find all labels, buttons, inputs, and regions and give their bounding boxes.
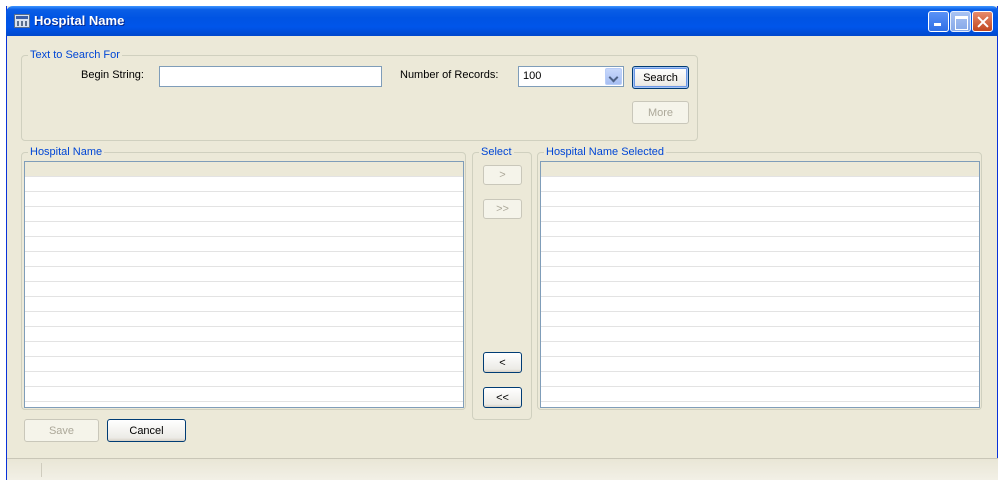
list-row[interactable] bbox=[541, 342, 979, 357]
list-row[interactable] bbox=[541, 372, 979, 387]
list-row[interactable] bbox=[25, 252, 463, 267]
list-row[interactable] bbox=[541, 357, 979, 372]
number-of-records-label: Number of Records: bbox=[400, 69, 499, 81]
more-button[interactable]: More bbox=[632, 101, 689, 124]
maximize-icon[interactable] bbox=[950, 11, 971, 32]
list-row[interactable] bbox=[541, 177, 979, 192]
close-icon[interactable] bbox=[972, 11, 993, 32]
cancel-button[interactable]: Cancel bbox=[107, 419, 186, 442]
remove-all-button[interactable]: << bbox=[483, 387, 522, 408]
list-row[interactable] bbox=[25, 312, 463, 327]
window-title: Hospital Name bbox=[34, 13, 125, 28]
list-row[interactable] bbox=[25, 207, 463, 222]
list-row[interactable] bbox=[541, 222, 979, 237]
list-row[interactable] bbox=[541, 327, 979, 342]
search-button[interactable]: Search bbox=[632, 66, 689, 89]
list-row[interactable] bbox=[541, 237, 979, 252]
list-row[interactable] bbox=[541, 192, 979, 207]
minimize-icon[interactable] bbox=[928, 11, 949, 32]
list-row[interactable] bbox=[25, 387, 463, 402]
list-row[interactable] bbox=[541, 207, 979, 222]
list-row[interactable] bbox=[25, 267, 463, 282]
list-row[interactable] bbox=[25, 342, 463, 357]
hospital-name-selected-legend: Hospital Name Selected bbox=[544, 146, 667, 158]
number-of-records-select[interactable]: 100 bbox=[518, 66, 624, 87]
list-row[interactable] bbox=[541, 282, 979, 297]
list-row[interactable] bbox=[541, 252, 979, 267]
title-bar[interactable]: Hospital Name bbox=[6, 6, 998, 36]
begin-string-label: Begin String: bbox=[81, 69, 144, 81]
app-icon bbox=[14, 14, 30, 28]
list-row[interactable] bbox=[25, 192, 463, 207]
select-group: Select bbox=[472, 146, 532, 420]
list-row[interactable] bbox=[25, 297, 463, 312]
list-row[interactable] bbox=[25, 357, 463, 372]
begin-string-input[interactable] bbox=[159, 66, 382, 87]
status-bar bbox=[7, 458, 998, 480]
hospital-name-legend: Hospital Name bbox=[28, 146, 105, 158]
list-row[interactable] bbox=[541, 297, 979, 312]
list-row[interactable] bbox=[541, 162, 979, 177]
remove-one-button[interactable]: < bbox=[483, 352, 522, 373]
list-row[interactable] bbox=[25, 222, 463, 237]
save-button[interactable]: Save bbox=[24, 419, 99, 442]
list-row[interactable] bbox=[541, 267, 979, 282]
list-row[interactable] bbox=[25, 237, 463, 252]
search-group-legend: Text to Search For bbox=[28, 49, 122, 61]
list-row[interactable] bbox=[25, 327, 463, 342]
select-legend: Select bbox=[479, 146, 514, 158]
hospital-name-selected-list[interactable] bbox=[540, 161, 980, 408]
list-row[interactable] bbox=[25, 162, 463, 177]
list-row[interactable] bbox=[25, 177, 463, 192]
move-one-button[interactable]: > bbox=[483, 165, 522, 185]
list-row[interactable] bbox=[541, 387, 979, 402]
hospital-name-window: Hospital Name Text to Search For Begin S… bbox=[6, 6, 998, 480]
list-row[interactable] bbox=[25, 282, 463, 297]
number-of-records-value: 100 bbox=[523, 70, 542, 82]
chevron-down-icon[interactable] bbox=[605, 68, 622, 85]
list-row[interactable] bbox=[25, 372, 463, 387]
list-row[interactable] bbox=[541, 312, 979, 327]
move-all-button[interactable]: >> bbox=[483, 199, 522, 219]
hospital-name-list[interactable] bbox=[24, 161, 464, 408]
search-group: Text to Search For Begin String: Number … bbox=[21, 49, 698, 141]
